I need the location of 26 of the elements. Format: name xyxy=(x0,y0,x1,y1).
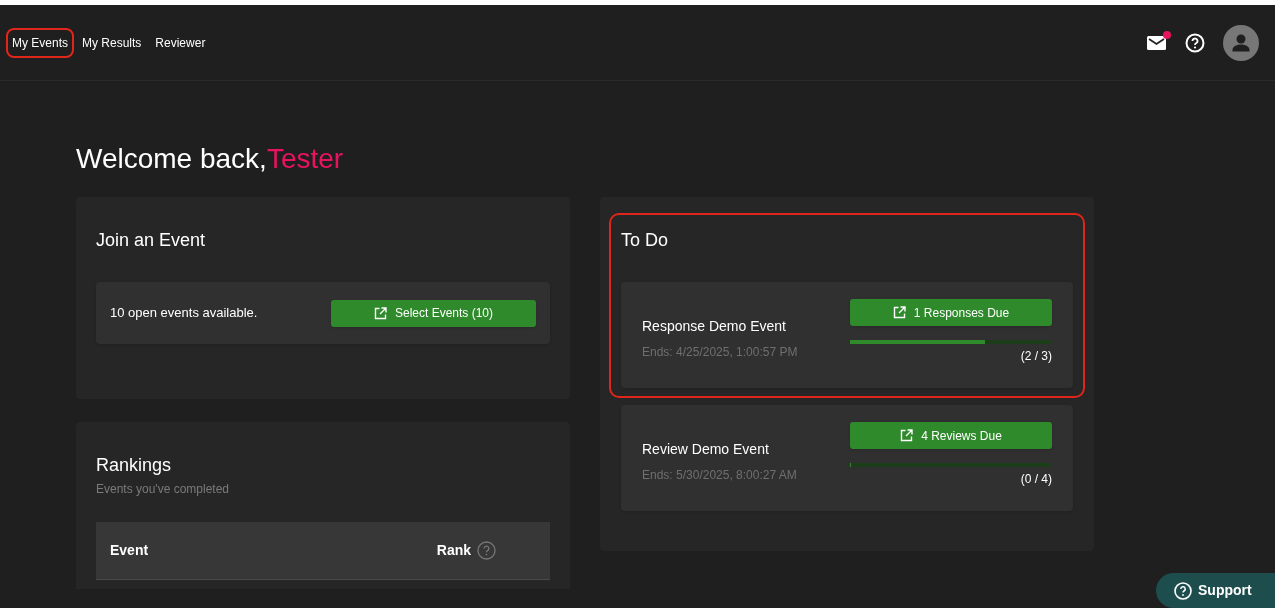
external-link-icon xyxy=(373,306,387,320)
event-name: Review Demo Event xyxy=(642,439,770,459)
due-button[interactable]: 1 Responses Due xyxy=(850,299,1052,326)
external-link-icon xyxy=(900,429,914,442)
card-title: Join an Event xyxy=(96,229,207,251)
avatar-icon[interactable] xyxy=(1223,24,1259,61)
card-title: To Do xyxy=(621,229,670,251)
due-button[interactable]: 4 Reviews Due xyxy=(850,422,1052,449)
event-end-date: Ends: 4/25/2025, 1:00:57 PM xyxy=(642,343,798,361)
column-header: Event xyxy=(110,541,149,560)
nav-tab[interactable]: My Results xyxy=(76,27,148,58)
column-header: Rank xyxy=(436,541,471,560)
nav-tab[interactable]: Reviewer xyxy=(149,27,212,58)
support-button[interactable]: Support xyxy=(1156,573,1275,608)
card-title: Rankings xyxy=(96,454,173,476)
external-link-icon xyxy=(892,306,906,319)
card-subtitle: Events you've completed xyxy=(96,481,231,498)
welcome-heading: Welcome back,Tester xyxy=(76,142,345,176)
event-name: Response Demo Event xyxy=(642,316,787,336)
select-events-button[interactable]: Select Events (10) xyxy=(331,299,536,327)
event-end-date: Ends: 5/30/2025, 8:00:27 AM xyxy=(642,466,797,484)
nav-tab[interactable]: My Events xyxy=(6,27,74,58)
events-message: 10 open events available. xyxy=(110,304,258,323)
progress-count: (2 / 3) xyxy=(1020,348,1052,365)
progress-count: (0 / 4) xyxy=(1020,471,1052,488)
help-icon xyxy=(1174,581,1192,600)
